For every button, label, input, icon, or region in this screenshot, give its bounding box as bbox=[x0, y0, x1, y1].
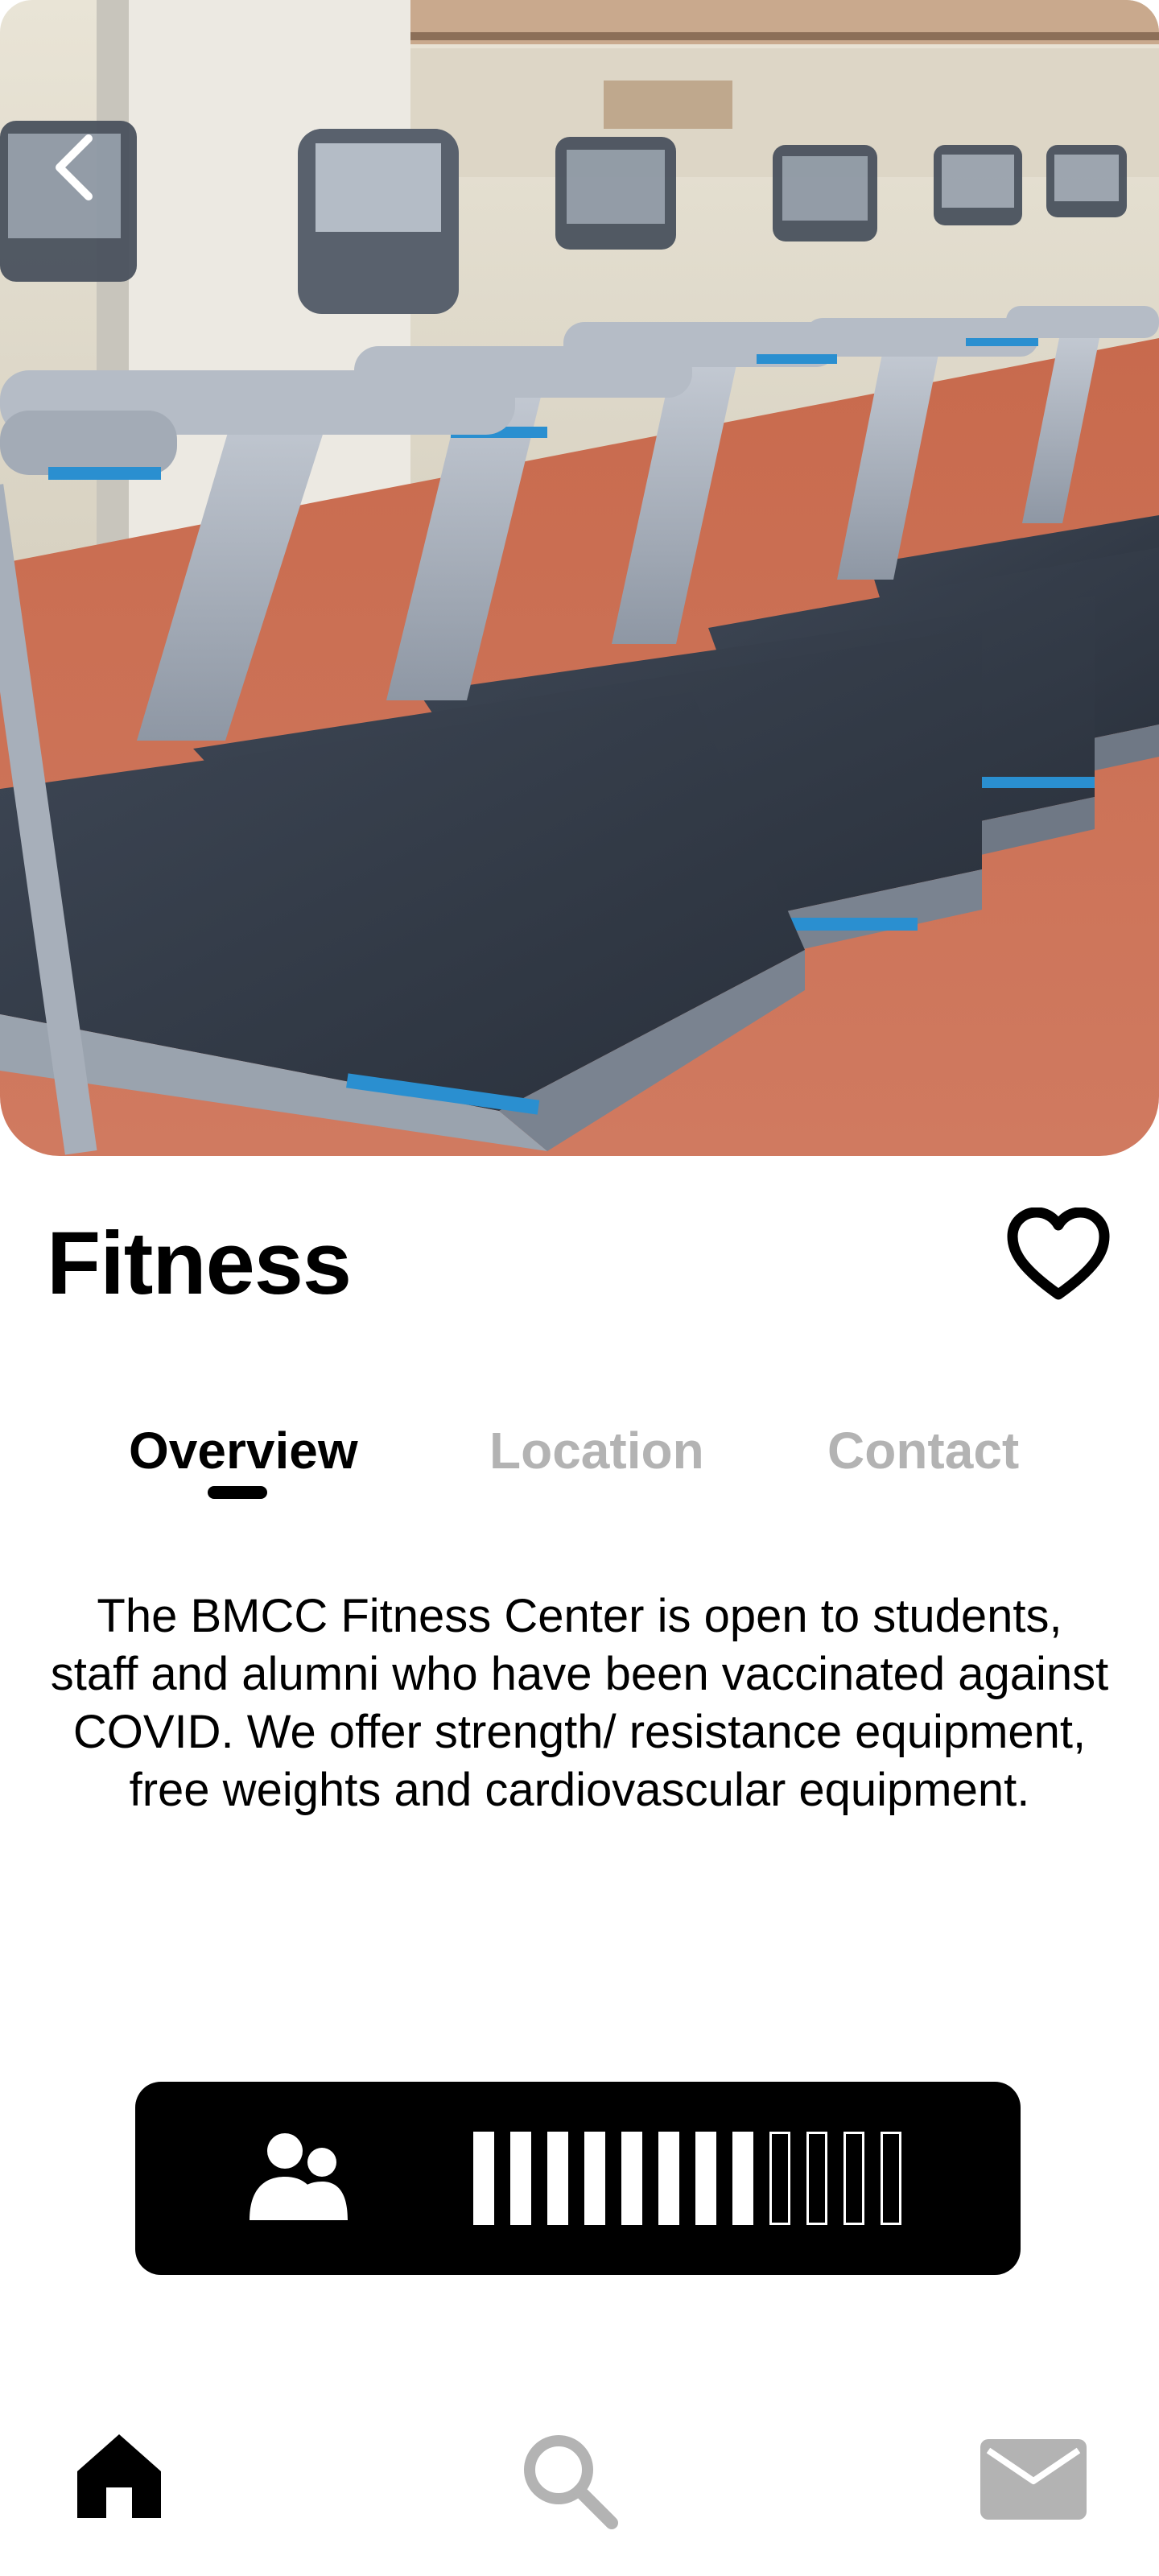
occupancy-segment-filled bbox=[732, 2132, 753, 2225]
mail-icon bbox=[980, 2439, 1087, 2520]
overview-description: The BMCC Fitness Center is open to stude… bbox=[50, 1590, 1109, 1816]
active-tab-indicator bbox=[208, 1486, 267, 1499]
occupancy-segment-filled bbox=[695, 2132, 716, 2225]
search-icon bbox=[524, 2435, 618, 2529]
tab-bar: Overview Location Contact bbox=[0, 1418, 1159, 1515]
hero-image bbox=[0, 0, 1159, 1156]
favorite-button[interactable] bbox=[1006, 1207, 1111, 1304]
occupancy-segment-filled bbox=[621, 2132, 642, 2225]
nav-mail[interactable] bbox=[980, 2439, 1087, 2524]
gym-treadmills-photo bbox=[0, 0, 1159, 1156]
nav-home[interactable] bbox=[74, 2431, 164, 2525]
nav-search[interactable] bbox=[520, 2431, 620, 2535]
occupancy-segment-filled bbox=[473, 2132, 494, 2225]
occupancy-segment-filled bbox=[584, 2132, 605, 2225]
bottom-navigation bbox=[0, 2431, 1159, 2576]
occupancy-meter bbox=[135, 2082, 1021, 2275]
occupancy-segment-filled bbox=[510, 2132, 531, 2225]
tab-overview[interactable]: Overview bbox=[129, 1418, 358, 1483]
heart-outline-icon bbox=[1007, 1207, 1110, 1300]
occupancy-segment-filled bbox=[658, 2132, 679, 2225]
back-button[interactable] bbox=[42, 127, 106, 208]
tab-location[interactable]: Location bbox=[489, 1418, 704, 1483]
occupancy-segment-empty bbox=[881, 2132, 901, 2225]
people-icon bbox=[248, 2130, 353, 2227]
occupancy-segment-empty bbox=[806, 2132, 827, 2225]
occupancy-segment-filled bbox=[547, 2132, 568, 2225]
home-icon bbox=[77, 2434, 161, 2518]
occupancy-bars bbox=[473, 2132, 901, 2225]
tab-contact[interactable]: Contact bbox=[827, 1418, 1019, 1483]
occupancy-segment-empty bbox=[843, 2132, 864, 2225]
chevron-left-icon bbox=[56, 134, 93, 200]
occupancy-segment-empty bbox=[769, 2132, 790, 2225]
page-title: Fitness bbox=[47, 1214, 352, 1313]
